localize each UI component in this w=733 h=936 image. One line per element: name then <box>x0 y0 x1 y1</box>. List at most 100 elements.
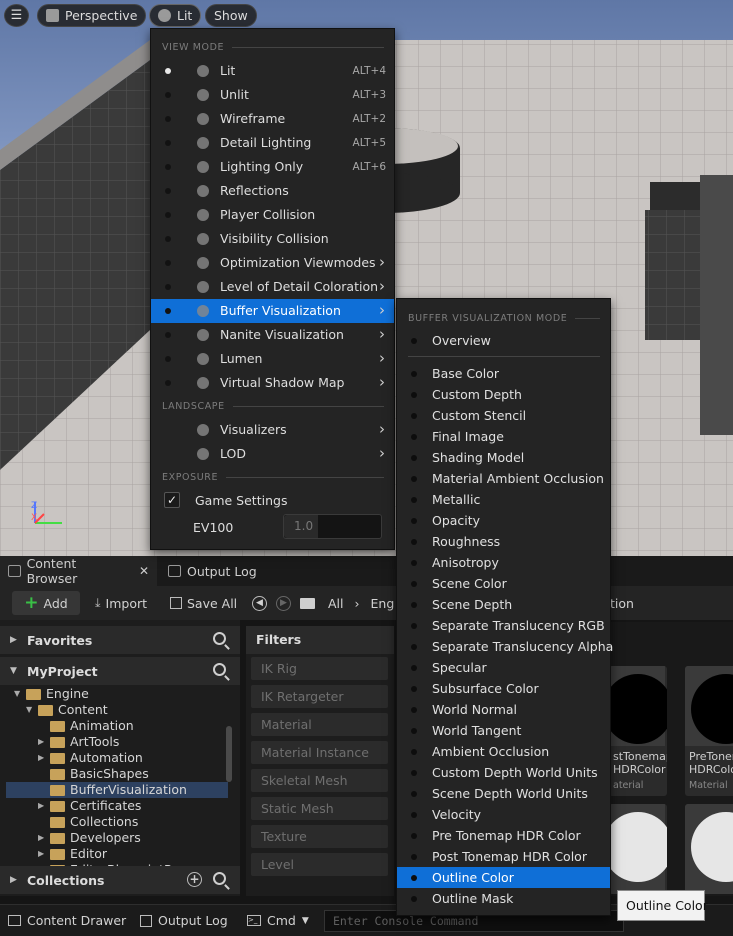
menu-item-wireframe[interactable]: Wireframe ALT+2 <box>151 107 394 131</box>
expand-arrow-icon[interactable]: ▶ <box>38 734 44 750</box>
path-engine[interactable]: Eng <box>371 596 395 611</box>
expand-arrow-icon[interactable]: ▶ <box>38 830 44 846</box>
project-header[interactable]: ▼ MyProject <box>0 657 240 685</box>
asset-tile[interactable]: stTonemap HDRColor aterial <box>609 666 667 796</box>
add-button[interactable]: + Add <box>12 591 80 615</box>
history-forward-button[interactable]: ▶ <box>276 591 291 615</box>
menu-item-custom-stencil[interactable]: Custom Stencil <box>397 405 610 426</box>
path-tail[interactable]: tion <box>610 591 634 615</box>
filter-ik-retargeter[interactable]: IK Retargeter <box>251 685 388 708</box>
menu-item-world-normal[interactable]: World Normal <box>397 699 610 720</box>
menu-item-separate-translucency-rgb[interactable]: Separate Translucency RGB <box>397 615 610 636</box>
menu-item-material-ambient-occlusion[interactable]: Material Ambient Occlusion <box>397 468 610 489</box>
collections-header[interactable]: ▶ Collections + <box>0 866 240 894</box>
menu-item-world-tangent[interactable]: World Tangent <box>397 720 610 741</box>
menu-item-base-color[interactable]: Base Color <box>397 363 610 384</box>
collapse-arrow-icon[interactable]: ▼ <box>26 702 32 718</box>
perspective-button[interactable]: Perspective <box>37 4 147 27</box>
folder-arttools[interactable]: ▶ ArtTools <box>6 734 228 750</box>
menu-item-virtual-shadow-map[interactable]: Virtual Shadow Map › <box>151 371 394 395</box>
menu-item-outline-mask[interactable]: Outline Mask <box>397 888 610 909</box>
ev100-input[interactable]: 1.0 <box>283 514 382 539</box>
menu-item-custom-depth-world-units[interactable]: Custom Depth World Units <box>397 762 610 783</box>
menu-item-lighting-only[interactable]: Lighting Only ALT+6 <box>151 155 394 179</box>
viewport-options-button[interactable]: ☰ <box>4 4 29 27</box>
folder-content[interactable]: ▼ Content <box>6 702 228 718</box>
menu-item-scene-depth[interactable]: Scene Depth <box>397 594 610 615</box>
folder-developers[interactable]: ▶ Developers <box>6 830 228 846</box>
close-icon[interactable]: ✕ <box>139 564 149 578</box>
cmd-dropdown[interactable]: >_ Cmd ▼ <box>247 913 309 928</box>
menu-item-ambient-occlusion[interactable]: Ambient Occlusion <box>397 741 610 762</box>
menu-item-final-image[interactable]: Final Image <box>397 426 610 447</box>
menu-item-player-collision[interactable]: Player Collision <box>151 203 394 227</box>
expand-arrow-icon[interactable]: ▶ <box>38 750 44 766</box>
menu-item-post-tonemap-hdr-color[interactable]: Post Tonemap HDR Color <box>397 846 610 867</box>
menu-item-specular[interactable]: Specular <box>397 657 610 678</box>
menu-item-custom-depth[interactable]: Custom Depth <box>397 384 610 405</box>
view-mode-button[interactable]: Lit <box>149 4 202 27</box>
filter-texture[interactable]: Texture <box>251 825 388 848</box>
menu-item-nanite-visualization[interactable]: Nanite Visualization › <box>151 323 394 347</box>
filter-static-mesh[interactable]: Static Mesh <box>251 797 388 820</box>
output-log-button[interactable]: Output Log <box>140 913 228 928</box>
folder-buffervisualization[interactable]: BufferVisualization <box>6 782 228 798</box>
folder-animation[interactable]: Animation <box>6 718 228 734</box>
menu-item-outline-color[interactable]: Outline Color <box>397 867 610 888</box>
filter-material[interactable]: Material <box>251 713 388 736</box>
filter-material-instance[interactable]: Material Instance <box>251 741 388 764</box>
tab-output-log[interactable]: Output Log <box>160 556 265 586</box>
menu-item-subsurface-color[interactable]: Subsurface Color <box>397 678 610 699</box>
menu-item-metallic[interactable]: Metallic <box>397 489 610 510</box>
menu-item-optimization-viewmodes[interactable]: Optimization Viewmodes › <box>151 251 394 275</box>
search-icon[interactable] <box>213 872 226 885</box>
folder-collections[interactable]: Collections <box>6 814 228 830</box>
tree-scrollbar[interactable] <box>226 726 232 782</box>
folder-engine[interactable]: ▼ Engine <box>6 686 228 702</box>
menu-item-visualizers[interactable]: Visualizers › <box>151 418 394 442</box>
menu-item-lod[interactable]: LOD › <box>151 442 394 466</box>
favorites-header[interactable]: ▶ Favorites <box>0 626 240 654</box>
asset-tile[interactable] <box>685 804 733 894</box>
history-back-button[interactable]: ◀ <box>252 591 267 615</box>
menu-item-velocity[interactable]: Velocity <box>397 804 610 825</box>
folder-automation[interactable]: ▶ Automation <box>6 750 228 766</box>
expand-arrow-icon[interactable]: ▶ <box>38 798 44 814</box>
menu-item-anisotropy[interactable]: Anisotropy <box>397 552 610 573</box>
menu-item-overview[interactable]: Overview <box>397 330 610 351</box>
menu-item-shading-model[interactable]: Shading Model <box>397 447 610 468</box>
import-button[interactable]: ⤓ Import <box>95 591 147 615</box>
folder-certificates[interactable]: ▶ Certificates <box>6 798 228 814</box>
search-icon[interactable] <box>213 663 226 676</box>
menu-item-lit[interactable]: Lit ALT+4 <box>151 59 394 83</box>
menu-item-opacity[interactable]: Opacity <box>397 510 610 531</box>
menu-item-roughness[interactable]: Roughness <box>397 531 610 552</box>
show-button[interactable]: Show <box>205 4 257 27</box>
expand-arrow-icon[interactable]: ▶ <box>38 846 44 862</box>
filter-ik-rig[interactable]: IK Rig <box>251 657 388 680</box>
menu-item-visibility-collision[interactable]: Visibility Collision <box>151 227 394 251</box>
add-collection-icon[interactable]: + <box>187 872 202 887</box>
menu-item-scene-color[interactable]: Scene Color <box>397 573 610 594</box>
menu-item-unlit[interactable]: Unlit ALT+3 <box>151 83 394 107</box>
menu-item-level-of-detail-coloration[interactable]: Level of Detail Coloration › <box>151 275 394 299</box>
menu-item-pre-tonemap-hdr-color[interactable]: Pre Tonemap HDR Color <box>397 825 610 846</box>
menu-item-scene-depth-world-units[interactable]: Scene Depth World Units <box>397 783 610 804</box>
game-settings-checkbox[interactable]: ✓ <box>164 492 180 508</box>
folder-basicshapes[interactable]: BasicShapes <box>6 766 228 782</box>
filter-level[interactable]: Level <box>251 853 388 876</box>
asset-tile[interactable] <box>609 804 667 894</box>
tab-content-browser[interactable]: Content Browser ✕ <box>0 556 157 586</box>
menu-item-reflections[interactable]: Reflections <box>151 179 394 203</box>
folder-editor[interactable]: ▶ Editor <box>6 846 228 862</box>
menu-item-detail-lighting[interactable]: Detail Lighting ALT+5 <box>151 131 394 155</box>
filter-skeletal-mesh[interactable]: Skeletal Mesh <box>251 769 388 792</box>
menu-item-separate-translucency-alpha[interactable]: Separate Translucency Alpha <box>397 636 613 657</box>
save-all-button[interactable]: Save All <box>170 591 237 615</box>
asset-tile[interactable]: PreTonemHDRColo Material <box>685 666 733 796</box>
menu-item-lumen[interactable]: Lumen › <box>151 347 394 371</box>
path-root-folder[interactable]: All › Eng <box>300 591 394 615</box>
collapse-arrow-icon[interactable]: ▼ <box>14 686 20 702</box>
content-drawer-button[interactable]: Content Drawer <box>8 913 126 928</box>
search-icon[interactable] <box>213 632 226 645</box>
